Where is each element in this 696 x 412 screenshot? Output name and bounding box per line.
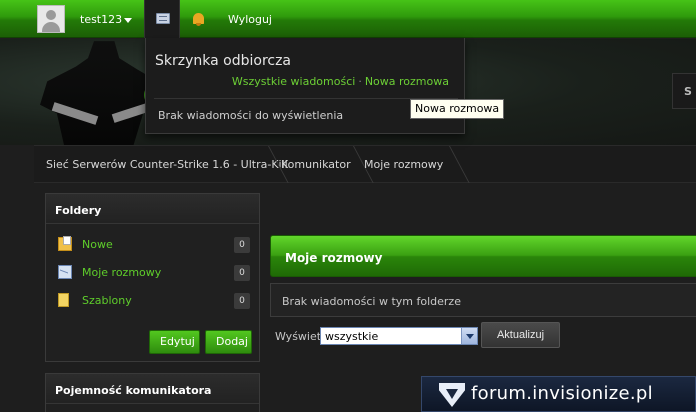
folder-label[interactable]: Szablony	[82, 294, 132, 307]
folder-count-badge: 0	[234, 265, 250, 281]
chevron-down-icon[interactable]	[124, 18, 132, 23]
folder-item-my-conversations[interactable]: Moje rozmowy 0	[58, 263, 250, 283]
conversations-list: Brak wiadomości w tym folderze	[270, 283, 696, 317]
breadcrumb-item-messenger[interactable]: Komunikator	[281, 158, 351, 171]
template-folder-icon	[58, 293, 69, 307]
tooltip: Nowa rozmowa	[410, 99, 505, 119]
search-box-edge-label: S	[684, 85, 692, 98]
chevron-down-icon[interactable]	[461, 328, 477, 344]
avatar-body-shape	[42, 22, 60, 32]
new-folder-icon	[58, 236, 72, 251]
update-button[interactable]: Aktualizuj	[481, 322, 560, 348]
inbox-dropdown: Skrzynka odbiorcza Wszystkie wiadomości ·…	[145, 38, 465, 134]
avatar[interactable]	[37, 5, 65, 33]
all-messages-link[interactable]: Wszystkie wiadomości	[232, 75, 355, 88]
invisionize-logo-icon	[439, 383, 465, 407]
folder-item-templates[interactable]: Szablony 0	[58, 291, 250, 311]
empty-folder-message: Brak wiadomości w tym folderze	[282, 295, 461, 308]
folder-item-new[interactable]: Nowe 0	[58, 235, 250, 255]
add-folder-button[interactable]: Dodaj	[205, 330, 252, 354]
user-bar: test123 Wyloguj	[0, 0, 696, 38]
envelope-icon	[58, 265, 72, 279]
logout-link[interactable]: Wyloguj	[228, 13, 272, 26]
link-separator: ·	[358, 75, 362, 88]
inbox-icon	[156, 13, 170, 24]
filter-label: Wyświetl	[275, 330, 325, 343]
filter-select[interactable]: wszystkie	[320, 327, 478, 345]
folder-label[interactable]: Moje rozmowy	[82, 266, 161, 279]
conversations-header: Moje rozmowy	[270, 235, 696, 277]
folder-count-badge: 0	[234, 293, 250, 309]
watermark: forum.invisionize.pl	[421, 376, 696, 412]
inbox-empty-message: Brak wiadomości do wyświetlenia	[158, 109, 344, 122]
breadcrumb-item-community[interactable]: Sieć Serwerów Counter-Strike 1.6 - Ultra…	[46, 158, 288, 171]
new-conversation-link[interactable]: Nowa rozmowa	[365, 75, 449, 88]
folder-label[interactable]: Nowe	[82, 238, 113, 251]
inbox-dropdown-links: Wszystkie wiadomości · Nowa rozmowa	[232, 75, 449, 88]
breadcrumb: Sieć Serwerów Counter-Strike 1.6 - Ultra…	[34, 145, 696, 183]
avatar-head-shape	[46, 10, 56, 20]
filter-select-value: wszystkie	[325, 330, 379, 343]
folder-count-badge: 0	[234, 237, 250, 253]
watermark-text: forum.invisionize.pl	[471, 383, 653, 404]
username-menu[interactable]: test123	[80, 13, 122, 26]
breadcrumb-item-my-conversations[interactable]: Moje rozmowy	[364, 158, 443, 171]
banner-hitman-silhouette	[40, 41, 160, 145]
folders-panel-title: Foldery	[46, 194, 259, 224]
capacity-panel-title: Pojemność komunikatora	[46, 374, 259, 404]
inbox-dropdown-title: Skrzynka odbiorcza	[155, 53, 292, 69]
notifications-bell-icon[interactable]	[193, 13, 204, 26]
folders-panel: Foldery Nowe 0 Moje rozmowy 0 Szablony 0…	[45, 193, 260, 362]
search-box-edge[interactable]: S	[672, 73, 696, 109]
capacity-panel: Pojemność komunikatora	[45, 373, 260, 412]
inbox-button[interactable]	[144, 0, 180, 38]
edit-folders-button[interactable]: Edytuj	[149, 330, 200, 354]
page-title: Moje rozmowy	[285, 251, 383, 265]
